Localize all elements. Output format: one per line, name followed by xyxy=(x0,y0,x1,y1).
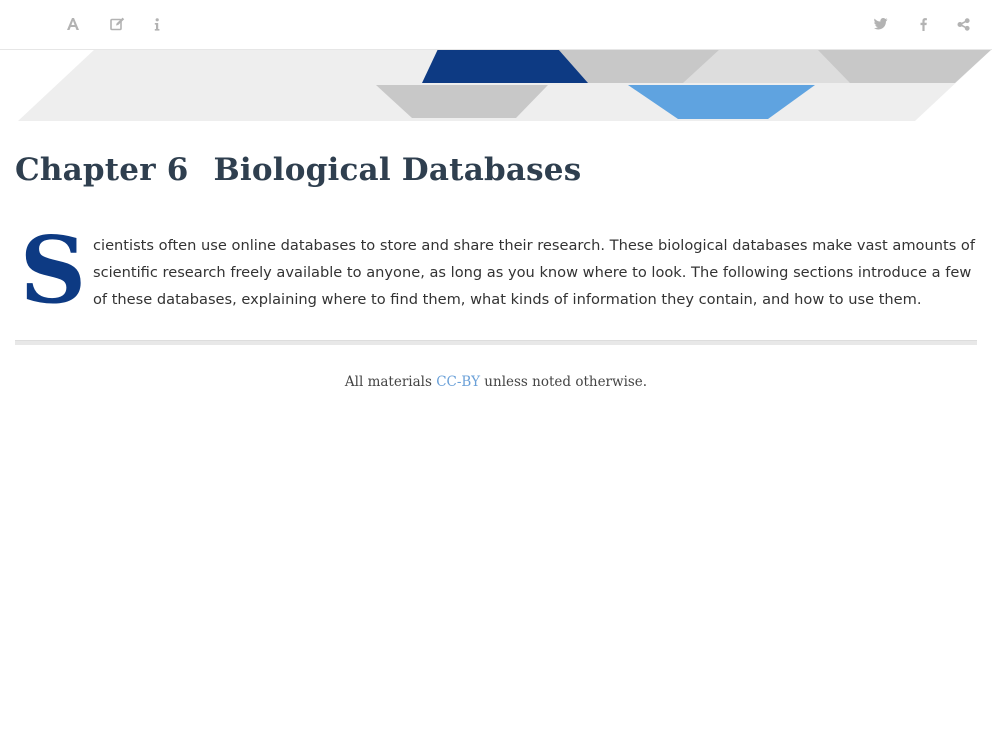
twitter-icon xyxy=(874,18,888,30)
info-button[interactable] xyxy=(145,12,169,36)
footer-suffix: unless noted otherwise. xyxy=(480,374,648,390)
top-toolbar xyxy=(0,0,992,50)
font-settings-button[interactable] xyxy=(61,12,85,36)
info-icon xyxy=(154,17,160,31)
license-link[interactable]: CC-BY xyxy=(436,374,480,390)
license-footer: All materials CC-BY unless noted otherwi… xyxy=(0,374,992,390)
chapter-banner xyxy=(18,49,992,121)
footer-prefix: All materials xyxy=(344,374,437,390)
share-icon xyxy=(957,17,970,31)
chapter-title: Biological Databases xyxy=(213,152,582,188)
facebook-icon xyxy=(920,17,927,31)
page-title: Chapter 6 Biological Databases xyxy=(15,152,581,188)
edit-button[interactable] xyxy=(105,12,129,36)
edit-icon xyxy=(109,17,125,31)
share-button[interactable] xyxy=(951,12,975,36)
twitter-share-button[interactable] xyxy=(869,12,893,36)
drop-cap: S xyxy=(19,216,87,324)
intro-paragraph: cientists often use online databases to … xyxy=(93,237,976,308)
section-divider xyxy=(15,340,977,345)
chapter-number: Chapter 6 xyxy=(15,152,189,188)
font-icon xyxy=(66,17,80,31)
facebook-share-button[interactable] xyxy=(911,12,935,36)
